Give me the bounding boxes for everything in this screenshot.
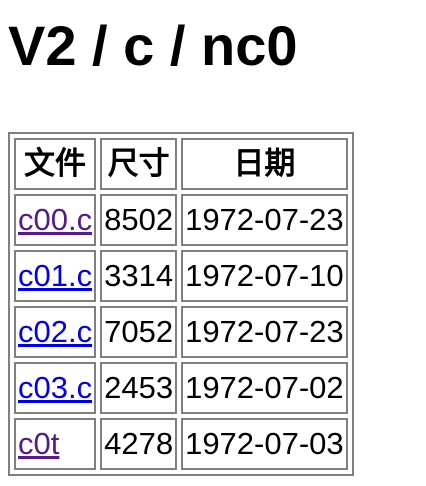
table-row: c00.c 8502 1972-07-23 <box>14 194 348 246</box>
file-size-cell: 8502 <box>100 194 178 246</box>
table-header-row: 文件 尺寸 日期 <box>14 138 348 190</box>
file-size-cell: 3314 <box>100 250 178 302</box>
table-row: c0t 4278 1972-07-03 <box>14 418 348 470</box>
table-row: c02.c 7052 1972-07-23 <box>14 306 348 358</box>
page-title: V2 / c / nc0 <box>8 14 298 77</box>
file-size-cell: 7052 <box>100 306 178 358</box>
file-link[interactable]: c02.c <box>18 314 92 349</box>
file-date-cell: 1972-07-23 <box>181 306 348 358</box>
table-row: c03.c 2453 1972-07-02 <box>14 362 348 414</box>
file-name-cell: c03.c <box>14 362 97 414</box>
file-name-cell: c01.c <box>14 250 97 302</box>
file-link[interactable]: c0t <box>18 426 59 461</box>
file-listing-table: 文件 尺寸 日期 c00.c 8502 1972-07-23 c01.c 331… <box>8 132 354 476</box>
file-name-cell: c0t <box>14 418 97 470</box>
column-header-file: 文件 <box>14 138 97 190</box>
file-size-cell: 4278 <box>100 418 178 470</box>
file-name-cell: c00.c <box>14 194 97 246</box>
file-date-cell: 1972-07-10 <box>181 250 348 302</box>
file-link[interactable]: c03.c <box>18 370 92 405</box>
file-date-cell: 1972-07-02 <box>181 362 348 414</box>
table-row: c01.c 3314 1972-07-10 <box>14 250 348 302</box>
file-link[interactable]: c01.c <box>18 258 92 293</box>
column-header-size: 尺寸 <box>100 138 178 190</box>
file-size-cell: 2453 <box>100 362 178 414</box>
file-date-cell: 1972-07-03 <box>181 418 348 470</box>
column-header-date: 日期 <box>181 138 348 190</box>
file-date-cell: 1972-07-23 <box>181 194 348 246</box>
file-link[interactable]: c00.c <box>18 202 92 237</box>
file-name-cell: c02.c <box>14 306 97 358</box>
